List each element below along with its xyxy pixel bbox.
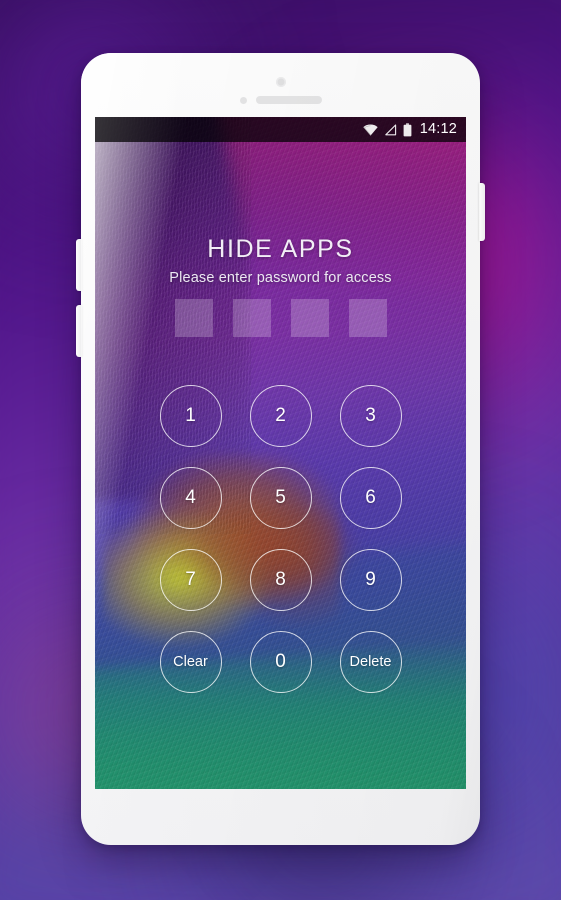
volume-down-button[interactable] <box>76 305 82 357</box>
key-8[interactable]: 8 <box>249 549 312 611</box>
earpiece-cluster <box>81 93 480 107</box>
key-0[interactable]: 0 <box>249 631 312 693</box>
password-box-2 <box>232 299 271 337</box>
front-camera-icon <box>275 77 286 87</box>
key-2[interactable]: 2 <box>249 385 312 447</box>
key-1[interactable]: 1 <box>159 385 222 447</box>
volume-up-button[interactable] <box>76 239 82 291</box>
page-subtitle: Please enter password for access <box>169 270 392 286</box>
key-6[interactable]: 6 <box>339 467 402 529</box>
key-delete[interactable]: Delete <box>339 631 402 693</box>
status-bar-clock: 14:12 <box>419 121 457 138</box>
numeric-keypad: 1 2 3 4 5 6 7 8 9 Clear 0 Delete <box>95 385 466 693</box>
password-indicator-row <box>95 299 466 337</box>
phone-device-frame: 14:12 HIDE APPS Please enter password fo… <box>76 53 485 845</box>
key-5[interactable]: 5 <box>249 467 312 529</box>
earpiece-speaker-icon <box>255 96 322 104</box>
lock-screen-content: HIDE APPS Please enter password for acce… <box>95 142 466 789</box>
power-button[interactable] <box>479 183 485 241</box>
key-3[interactable]: 3 <box>339 385 402 447</box>
password-box-4 <box>348 299 387 337</box>
battery-icon <box>403 122 412 137</box>
page-title: HIDE APPS <box>207 235 354 263</box>
password-box-1 <box>174 299 213 337</box>
key-4[interactable]: 4 <box>159 467 222 529</box>
wifi-icon <box>363 124 378 136</box>
key-9[interactable]: 9 <box>339 549 402 611</box>
password-box-3 <box>290 299 329 337</box>
signal-icon <box>384 123 397 136</box>
proximity-sensor-icon <box>239 96 247 104</box>
key-clear[interactable]: Clear <box>159 631 222 693</box>
phone-screen: 14:12 HIDE APPS Please enter password fo… <box>95 117 466 789</box>
status-bar: 14:12 <box>95 117 466 142</box>
key-7[interactable]: 7 <box>159 549 222 611</box>
